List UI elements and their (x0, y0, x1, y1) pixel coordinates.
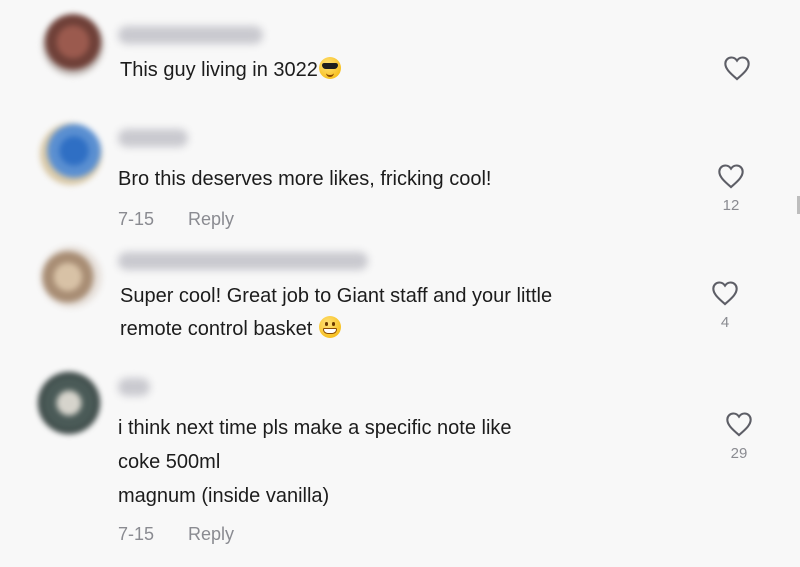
comment-meta: 7-15 Reply (118, 524, 234, 545)
comment-item: This guy living in 3022 (0, 0, 800, 110)
comment-item: Bro this deserves more likes, fricking c… (0, 115, 800, 240)
heart-outline-icon (712, 281, 738, 306)
comment-text-line: i think next time pls make a specific no… (118, 417, 512, 439)
comment-text: Super cool! Great job to Giant staff and… (120, 280, 552, 346)
comment-text: i think next time pls make a specific no… (118, 411, 512, 513)
reply-button[interactable]: Reply (188, 524, 234, 544)
like-button[interactable]: 29 (724, 411, 754, 462)
avatar[interactable] (38, 372, 100, 434)
username[interactable] (118, 378, 150, 396)
comment-text-line: Super cool! Great job to Giant staff and… (120, 285, 553, 307)
comment-item: i think next time pls make a specific no… (0, 365, 800, 567)
like-button[interactable]: 12 (716, 163, 746, 214)
comment-date: 7-15 (118, 524, 155, 544)
avatar[interactable] (42, 14, 104, 76)
comment-date: 7-15 (118, 209, 155, 229)
comment-text-line: coke 500ml (118, 451, 221, 473)
comment-meta: 7-15 Reply (118, 209, 234, 230)
like-button[interactable]: 4 (710, 280, 740, 331)
like-count: 4 (720, 314, 730, 331)
username[interactable] (118, 129, 188, 147)
sunglasses-emoji (318, 57, 341, 79)
avatar[interactable] (40, 246, 102, 308)
username[interactable] (118, 26, 263, 44)
heart-outline-icon (724, 56, 750, 81)
like-button[interactable] (722, 55, 752, 89)
comment-text-line: remote control basket (120, 313, 552, 346)
comment-text-line: magnum (inside vanilla) (118, 485, 330, 507)
like-count: 12 (722, 197, 740, 214)
comment-text: Bro this deserves more likes, fricking c… (118, 168, 492, 190)
heart-outline-icon (718, 164, 744, 189)
username[interactable] (118, 252, 368, 270)
like-count: 29 (730, 445, 748, 462)
reply-button[interactable]: Reply (188, 209, 234, 229)
heart-outline-icon (726, 412, 752, 437)
comment-text: This guy living in 3022 (120, 54, 341, 87)
avatar[interactable] (40, 123, 102, 185)
grinning-emoji (318, 316, 341, 338)
comment-item: Super cool! Great job to Giant staff and… (0, 240, 800, 355)
